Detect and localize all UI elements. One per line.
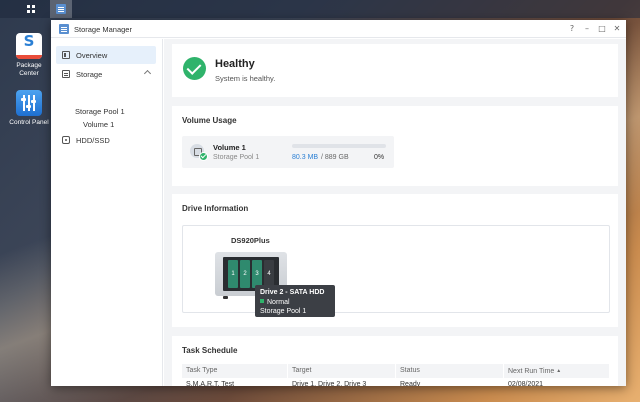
volume-used: 80.3 MB — [292, 154, 319, 161]
sidebar: Overview Storage Storage Pool 1 Volume 1… — [51, 39, 163, 386]
sort-ascending-icon: ▲ — [556, 368, 562, 374]
taskbar — [0, 0, 640, 18]
health-message: System is healthy. — [215, 74, 276, 83]
table-cell: S.M.A.R.T. Test — [186, 380, 235, 387]
table-header: Task Type Target Status Next Run Time ▲ — [182, 364, 610, 378]
close-button[interactable]: ✕ — [612, 24, 622, 34]
storage-manager-window: Storage Manager ? – □ ✕ Overview Storage… — [51, 20, 626, 386]
tooltip-status-line: Normal — [260, 298, 330, 308]
drive-bay-1[interactable]: 1 — [228, 260, 238, 288]
tooltip-title: Drive 2 - SATA HDD — [260, 289, 325, 296]
sidebar-item-storage[interactable]: Storage — [56, 65, 156, 83]
status-dot-icon — [260, 298, 264, 303]
drive-tooltip: Drive 2 - SATA HDD Normal Storage Pool 1 — [255, 285, 335, 317]
volume-usage-title: Volume Usage — [182, 116, 237, 125]
scrollbar[interactable] — [621, 39, 626, 386]
table-cell: Ready — [400, 380, 421, 387]
volume-usage-bar — [292, 144, 386, 148]
grid-icon — [27, 5, 35, 13]
sidebar-item-volume-1[interactable]: Volume 1 — [83, 120, 114, 129]
nas-model: DS920Plus — [231, 236, 270, 245]
drive-diagram: DS920Plus 1 2 3 4 — [182, 225, 610, 313]
desktop-icon-label: Control Panel — [9, 119, 49, 126]
desktop-icon-control-panel[interactable]: Control Panel — [6, 90, 52, 127]
sidebar-item-hdd-ssd[interactable]: HDD/SSD — [56, 131, 156, 149]
table-cell: Drive 1, Drive 2, Drive 3 — [292, 380, 367, 387]
window-titlebar[interactable]: Storage Manager ? – □ ✕ — [51, 20, 626, 38]
drive-bay-2[interactable]: 2 — [240, 260, 250, 288]
help-button[interactable]: ? — [567, 24, 577, 34]
sidebar-item-label: HDD/SSD — [76, 135, 110, 145]
check-circle-icon — [183, 57, 206, 80]
check-badge-icon — [199, 152, 208, 161]
sidebar-item-label: Overview — [76, 50, 108, 60]
health-card: Healthy System is healthy. — [172, 44, 618, 97]
volume-pool-name: Storage Pool 1 — [213, 154, 260, 161]
sidebar-item-label: Storage — [76, 69, 103, 79]
minimize-button[interactable]: – — [582, 24, 592, 34]
main-menu-button[interactable] — [20, 0, 42, 18]
chevron-up-icon[interactable] — [143, 69, 152, 78]
drive-bay-4[interactable]: 4 — [264, 260, 274, 288]
volume-percent: 0% — [374, 154, 385, 161]
maximize-button[interactable]: □ — [597, 24, 607, 34]
control-panel-icon — [16, 90, 42, 116]
taskbar-storage-manager-button[interactable] — [50, 0, 72, 18]
window-title: Storage Manager — [74, 25, 132, 34]
health-status: Healthy — [215, 58, 255, 70]
tooltip-pool: Storage Pool 1 — [260, 308, 307, 315]
desktop-icon-package-center[interactable]: S Package Center — [6, 33, 52, 78]
desktop-icon-label: Package Center — [16, 62, 42, 77]
table-row[interactable]: S.M.A.R.T. Test Drive 1, Drive 2, Drive … — [182, 378, 610, 387]
drive-bay-3[interactable]: 3 — [252, 260, 262, 288]
column-header-status[interactable]: Status — [396, 364, 504, 378]
nas-foot — [223, 296, 228, 299]
table-cell: 02/08/2021 — [508, 380, 544, 387]
main-content[interactable]: Healthy System is healthy. Volume Usage … — [164, 39, 626, 386]
volume-name: Volume 1 — [213, 143, 246, 152]
package-center-icon: S — [16, 33, 42, 59]
task-schedule-title: Task Schedule — [182, 346, 238, 355]
volume-item[interactable]: Volume 1 Storage Pool 1 80.3 MB / 889 GB… — [182, 136, 394, 168]
storage-manager-icon — [59, 24, 69, 34]
volume-total: / 889 GB — [321, 154, 349, 161]
drive-information-title: Drive Information — [182, 204, 249, 213]
drive-information-card: Drive Information DS920Plus 1 2 3 4 — [172, 194, 618, 327]
column-header-target[interactable]: Target — [288, 364, 396, 378]
sidebar-item-storage-pool-1[interactable]: Storage Pool 1 — [75, 107, 125, 116]
hdd-icon — [62, 136, 70, 144]
column-header-task-type[interactable]: Task Type — [182, 364, 288, 378]
tooltip-status: Normal — [267, 298, 290, 306]
storage-manager-icon — [56, 4, 66, 14]
overview-icon — [62, 51, 70, 59]
task-schedule-card: Task Schedule Task Type Target Status Ne… — [172, 336, 618, 386]
sidebar-item-overview[interactable]: Overview — [56, 46, 156, 64]
storage-icon — [62, 70, 70, 78]
column-header-next-run-time[interactable]: Next Run Time ▲ — [504, 364, 610, 378]
volume-usage-card: Volume Usage Volume 1 Storage Pool 1 80.… — [172, 106, 618, 186]
